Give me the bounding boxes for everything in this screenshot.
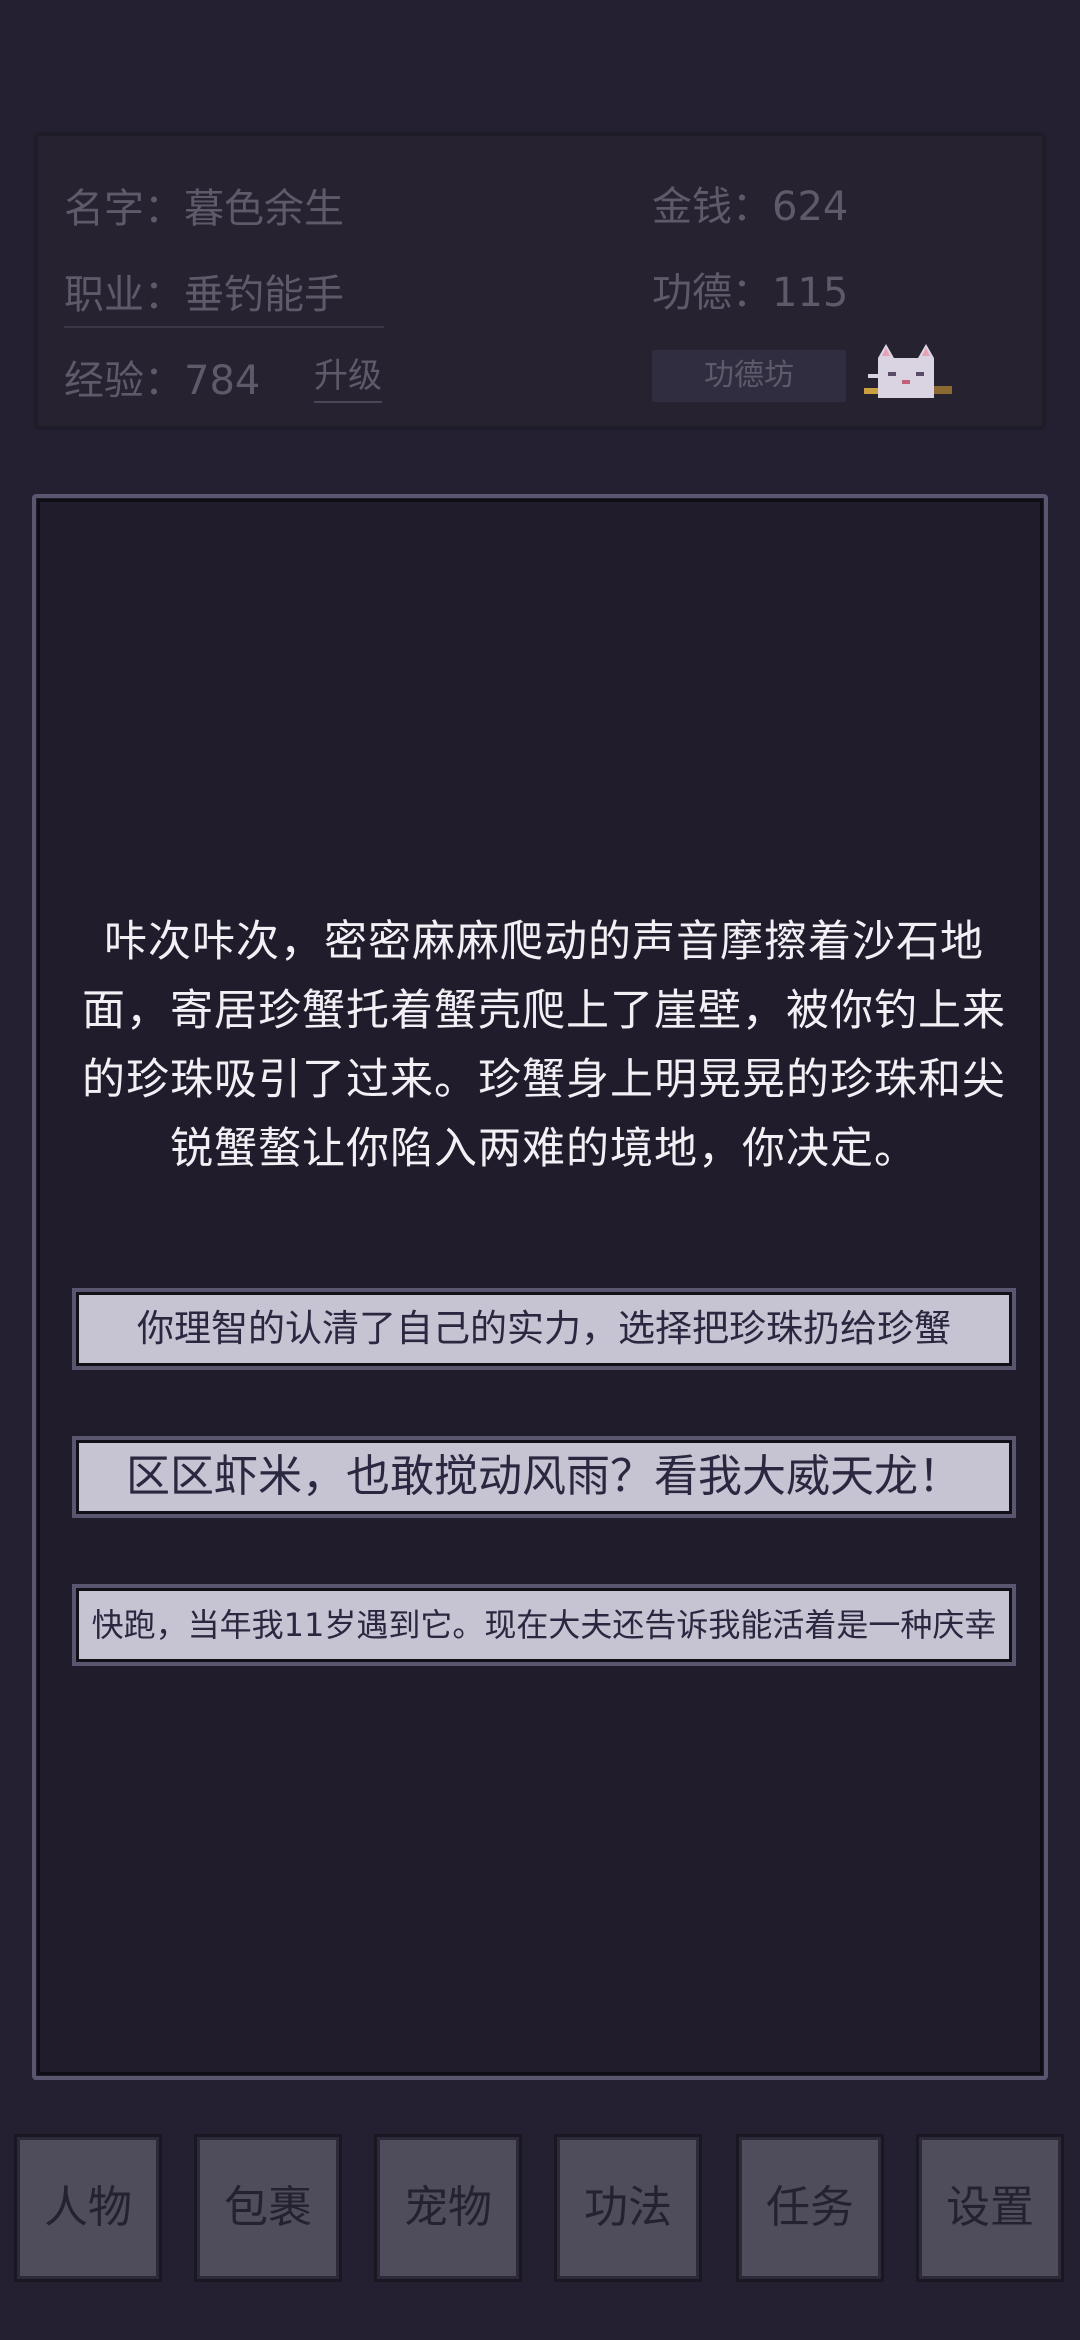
merit-stat: 功德：115: [652, 260, 848, 318]
nav-button-settings[interactable]: 设置: [916, 2134, 1064, 2282]
choice-button-3[interactable]: 快跑，当年我11岁遇到它。现在大夫还告诉我能活着是一种庆幸: [72, 1584, 1016, 1666]
nav-button-pets[interactable]: 宠物: [374, 2134, 522, 2282]
upgrade-button[interactable]: 升级: [314, 348, 382, 403]
job-value: 垂钓能手: [184, 272, 344, 318]
choice-button-1[interactable]: 你理智的认清了自己的实力，选择把珍珠扔给珍蟹: [72, 1288, 1016, 1370]
job-stat: 职业：垂钓能手: [64, 262, 344, 320]
nav-button-skills[interactable]: 功法: [554, 2134, 702, 2282]
choice-button-2[interactable]: 区区虾米，也敢搅动风雨？看我大威天龙！: [72, 1436, 1016, 1518]
nav-button-character[interactable]: 人物: [14, 2134, 162, 2282]
stats-divider: [64, 326, 384, 328]
cat-mascot-icon[interactable]: [864, 344, 954, 404]
name-stat: 名字：暮色余生: [64, 176, 344, 234]
money-value: 624: [772, 184, 849, 230]
money-stat: 金钱：624: [652, 174, 848, 232]
exp-value: 784: [184, 358, 261, 404]
nav-button-quests[interactable]: 任务: [736, 2134, 884, 2282]
nav-button-inventory[interactable]: 包裹: [194, 2134, 342, 2282]
event-panel: 咔次咔次，密密麻麻爬动的声音摩擦着沙石地面，寄居珍蟹托着蟹壳爬上了崖壁，被你钓上…: [32, 494, 1048, 2080]
event-story-text: 咔次咔次，密密麻麻爬动的声音摩擦着沙石地面，寄居珍蟹托着蟹壳爬上了崖壁，被你钓上…: [82, 917, 1006, 1174]
name-label: 名字：: [64, 186, 184, 232]
merit-shop-button[interactable]: 功德坊: [652, 350, 846, 402]
money-label: 金钱：: [652, 184, 772, 230]
merit-value: 115: [772, 270, 849, 316]
exp-stat: 经验：784: [64, 348, 260, 406]
player-stats-panel: 名字：暮色余生 职业：垂钓能手 经验：784 升级 金钱：624 功德：115 …: [34, 132, 1046, 430]
exp-label: 经验：: [64, 358, 184, 404]
name-value: 暮色余生: [184, 186, 344, 232]
merit-label: 功德：: [652, 270, 772, 316]
job-label: 职业：: [64, 272, 184, 318]
